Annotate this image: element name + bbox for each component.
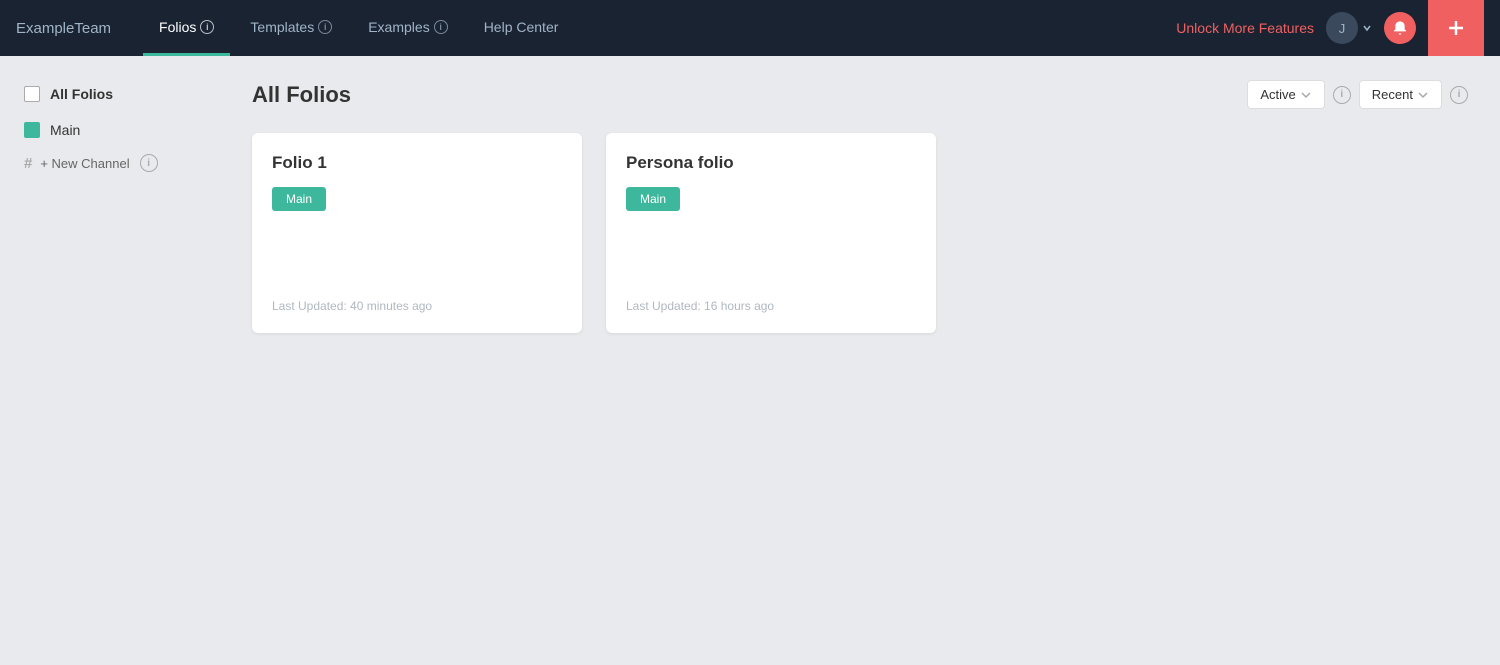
status-filter-info-icon[interactable]: i xyxy=(1333,86,1351,104)
folio-card-2[interactable]: Persona folio Main Last Updated: 16 hour… xyxy=(606,133,936,333)
sidebar-all-folios[interactable]: All Folios xyxy=(16,80,204,108)
sidebar: All Folios Main # + New Channel i xyxy=(0,56,220,665)
folio-card-2-tag: Main xyxy=(626,187,680,211)
folio-card-2-updated: Last Updated: 16 hours ago xyxy=(626,283,916,313)
folio-card-1-tag: Main xyxy=(272,187,326,211)
notifications-bell[interactable] xyxy=(1384,12,1416,44)
plus-icon xyxy=(1446,18,1466,38)
tab-folios[interactable]: Folios i xyxy=(143,1,230,56)
tab-templates-label: Templates xyxy=(250,19,314,35)
channel-color-dot xyxy=(24,122,40,138)
user-menu[interactable]: J xyxy=(1326,12,1372,44)
avatar-initial: J xyxy=(1339,21,1346,36)
folio-card-1[interactable]: Folio 1 Main Last Updated: 40 minutes ag… xyxy=(252,133,582,333)
all-folios-checkbox[interactable] xyxy=(24,86,40,102)
nav-tabs: Folios i Templates i Examples i Help Cen… xyxy=(143,1,1176,56)
layout: All Folios Main # + New Channel i All Fo… xyxy=(0,56,1500,665)
tab-templates[interactable]: Templates i xyxy=(234,1,348,56)
folios-info-icon[interactable]: i xyxy=(200,20,214,34)
new-channel-button[interactable]: # + New Channel i xyxy=(16,148,204,178)
page-title: All Folios xyxy=(252,82,351,108)
bell-icon xyxy=(1392,20,1408,36)
folio-card-2-title: Persona folio xyxy=(626,153,916,173)
channel-label: Main xyxy=(50,122,80,138)
new-channel-info-icon[interactable]: i xyxy=(140,154,158,172)
sort-filter-label: Recent xyxy=(1372,87,1413,102)
unlock-link[interactable]: Unlock More Features xyxy=(1176,20,1314,36)
topnav-right: Unlock More Features J xyxy=(1176,0,1484,56)
status-filter[interactable]: Active xyxy=(1247,80,1324,109)
sort-chevron-icon xyxy=(1417,89,1429,101)
chevron-down-icon xyxy=(1362,23,1372,33)
brand-label: ExampleTeam xyxy=(16,20,111,37)
templates-info-icon[interactable]: i xyxy=(318,20,332,34)
folio-card-1-title: Folio 1 xyxy=(272,153,562,173)
tab-folios-label: Folios xyxy=(159,19,196,35)
tab-examples[interactable]: Examples i xyxy=(352,1,463,56)
avatar[interactable]: J xyxy=(1326,12,1358,44)
main-content: All Folios Active i Recent i xyxy=(220,56,1500,665)
all-folios-label: All Folios xyxy=(50,86,113,102)
tab-help[interactable]: Help Center xyxy=(468,1,575,56)
sort-filter-info-icon[interactable]: i xyxy=(1450,86,1468,104)
page-header: All Folios Active i Recent i xyxy=(252,80,1468,109)
hash-icon: # xyxy=(24,155,32,172)
sort-filter[interactable]: Recent xyxy=(1359,80,1442,109)
sidebar-item-main[interactable]: Main xyxy=(16,116,204,144)
status-chevron-icon xyxy=(1300,89,1312,101)
filter-bar: Active i Recent i xyxy=(1247,80,1468,109)
examples-info-icon[interactable]: i xyxy=(434,20,448,34)
folio-card-1-updated: Last Updated: 40 minutes ago xyxy=(272,283,562,313)
tab-help-label: Help Center xyxy=(484,19,559,35)
add-button[interactable] xyxy=(1428,0,1484,56)
status-filter-label: Active xyxy=(1260,87,1295,102)
topnav: ExampleTeam Folios i Templates i Example… xyxy=(0,0,1500,56)
new-channel-label: + New Channel xyxy=(40,156,129,171)
folios-grid: Folio 1 Main Last Updated: 40 minutes ag… xyxy=(252,133,1468,333)
tab-examples-label: Examples xyxy=(368,19,429,35)
